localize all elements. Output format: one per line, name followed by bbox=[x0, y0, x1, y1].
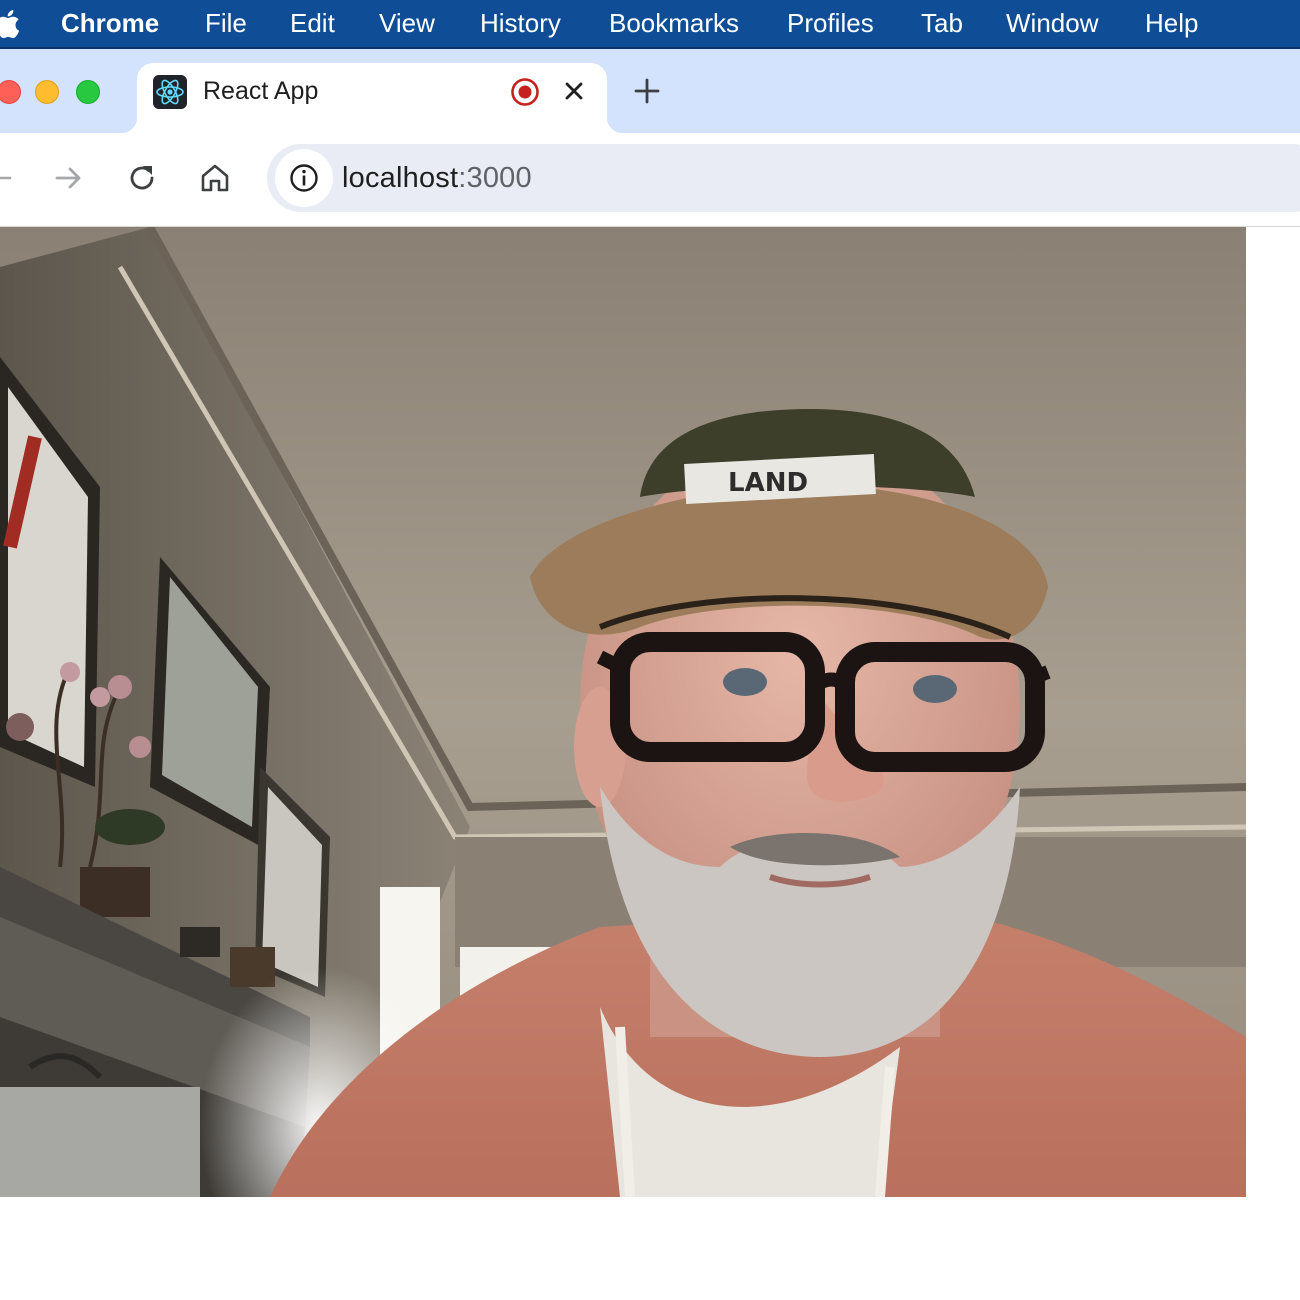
tab-title: React App bbox=[203, 77, 319, 105]
menu-view[interactable]: View bbox=[379, 0, 435, 47]
url-port: :3000 bbox=[458, 162, 532, 194]
hat-text: LAND bbox=[728, 468, 808, 498]
url-host: localhost bbox=[342, 162, 459, 194]
minimize-window-button[interactable] bbox=[35, 80, 59, 104]
menu-chrome[interactable]: Chrome bbox=[61, 0, 159, 47]
url-text: localhost:3000 bbox=[342, 144, 532, 212]
webcam-video[interactable]: LAND bbox=[0, 227, 1246, 1197]
tab-strip: React App bbox=[0, 49, 1300, 133]
menu-edit[interactable]: Edit bbox=[290, 0, 335, 47]
recording-icon bbox=[511, 78, 539, 106]
back-icon[interactable] bbox=[0, 161, 16, 195]
menu-bookmarks[interactable]: Bookmarks bbox=[609, 0, 739, 47]
home-icon[interactable] bbox=[198, 161, 232, 195]
page-content: LAND bbox=[0, 227, 1300, 1300]
menu-tab[interactable]: Tab bbox=[921, 0, 963, 47]
tab-react-app[interactable]: React App bbox=[121, 63, 623, 133]
close-window-button[interactable] bbox=[0, 80, 21, 104]
zoom-window-button[interactable] bbox=[76, 80, 100, 104]
reload-icon[interactable] bbox=[125, 161, 159, 195]
close-tab-icon[interactable] bbox=[562, 79, 586, 103]
site-info-button[interactable] bbox=[275, 149, 333, 207]
browser-toolbar: localhost:3000 bbox=[0, 133, 1300, 227]
apple-icon[interactable] bbox=[0, 8, 20, 40]
menu-help[interactable]: Help bbox=[1145, 0, 1198, 47]
react-icon bbox=[153, 75, 187, 109]
menu-profiles[interactable]: Profiles bbox=[787, 0, 874, 47]
new-tab-icon[interactable] bbox=[633, 77, 661, 105]
menu-file[interactable]: File bbox=[205, 0, 247, 47]
address-bar[interactable]: localhost:3000 bbox=[267, 144, 1300, 212]
menu-history[interactable]: History bbox=[480, 0, 561, 47]
info-icon bbox=[290, 164, 318, 192]
menu-bar: Chrome File Edit View History Bookmarks … bbox=[0, 0, 1300, 49]
menu-window[interactable]: Window bbox=[1006, 0, 1098, 47]
forward-icon[interactable] bbox=[52, 161, 86, 195]
